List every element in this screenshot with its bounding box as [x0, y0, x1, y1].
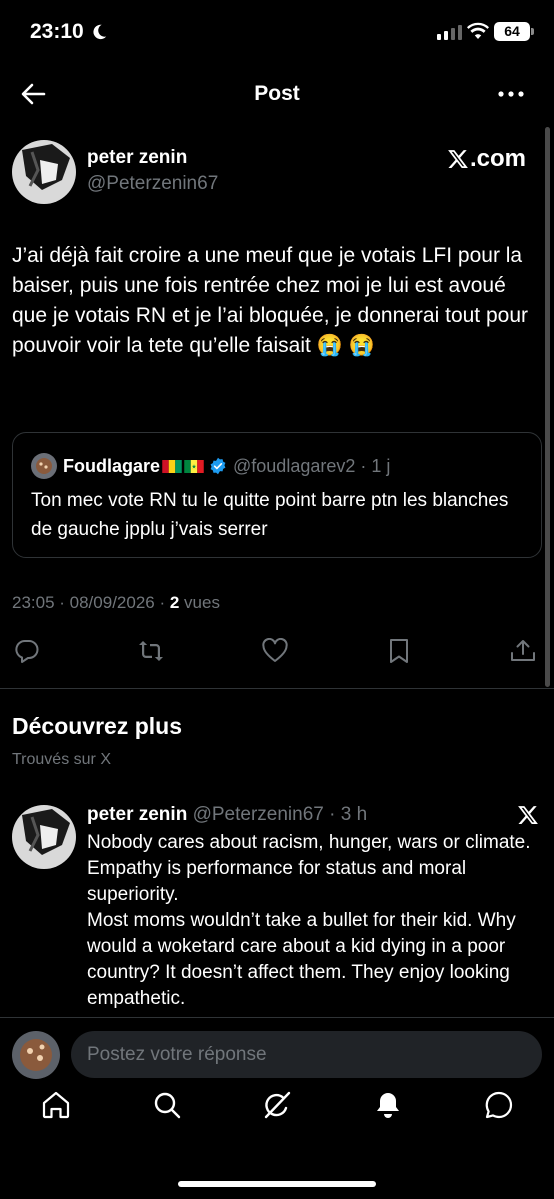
guinea-flag-icon [162, 459, 182, 473]
moon-icon [93, 24, 107, 40]
quote-text: Ton mec vote RN tu le quitte point barre… [31, 490, 509, 540]
views-label: vues [179, 593, 220, 612]
scrollbar[interactable] [545, 127, 550, 687]
quote-header: Foudlagare @foudlagarev2 · 1 j [31, 453, 390, 479]
status-time: 23:10 [30, 20, 84, 43]
like-icon[interactable] [262, 638, 288, 664]
discover-item-header: peter zenin @Peterzenin67 · 3 h [87, 804, 367, 826]
quote-handle-time: @foudlagarev2 · 1 j [233, 455, 391, 476]
grok-icon[interactable] [262, 1090, 292, 1120]
share-icon[interactable] [510, 638, 536, 664]
quote-avatar [31, 453, 57, 479]
bookmark-icon[interactable] [386, 638, 412, 664]
discover-title: Découvrez plus [12, 713, 182, 739]
status-bar: 23:10 64 [0, 0, 554, 66]
post-timestamp: 23:05 · 08/09/2026 · [12, 593, 170, 612]
source-label: .com [470, 145, 527, 172]
repost-icon[interactable] [138, 638, 164, 664]
senegal-flag-icon [184, 459, 204, 473]
post-text: J’ai déjà fait croire a une meuf que je … [12, 244, 528, 357]
more-horizontal-icon[interactable] [497, 82, 525, 106]
reply-input[interactable] [71, 1031, 542, 1078]
discover-handle-time: @Peterzenin67 · 3 h [187, 804, 368, 825]
reply-icon[interactable] [14, 638, 40, 664]
quote-author-name: Foudlagare [63, 455, 161, 476]
top-header: Post [0, 70, 554, 118]
source-badge: .com [447, 145, 526, 173]
discover-item-text[interactable]: Nobody cares about racism, hunger, wars … [87, 830, 547, 1012]
views-count: 2 [169, 593, 180, 612]
page-title: Post [254, 82, 300, 105]
discover-author-name[interactable]: peter zenin [87, 804, 187, 825]
x-logo-icon [518, 806, 538, 824]
wifi-icon [467, 22, 489, 39]
discover-subtitle: Trouvés sur X [12, 751, 111, 768]
verified-badge-icon [210, 457, 226, 475]
post-meta: 23:05 · 08/09/2026 · 2 vues [12, 593, 220, 613]
x-logo-icon [448, 150, 468, 168]
author-handle[interactable]: @Peterzenin67 [87, 173, 218, 195]
quoted-post[interactable]: Foudlagare @foudlagarev2 · 1 j Ton mec v… [12, 432, 542, 558]
cellular-signal-icon [437, 25, 462, 40]
search-icon[interactable] [152, 1090, 182, 1120]
notifications-icon[interactable] [373, 1090, 403, 1120]
user-avatar[interactable] [12, 1031, 60, 1079]
discover-avatar[interactable] [12, 805, 76, 869]
battery-indicator: 64 [494, 22, 530, 41]
home-indicator [178, 1181, 376, 1187]
author-avatar[interactable] [12, 140, 76, 204]
author-name[interactable]: peter zenin [87, 147, 187, 169]
messages-icon[interactable] [484, 1090, 514, 1120]
battery-nub [531, 28, 534, 35]
section-divider [0, 688, 554, 689]
home-icon[interactable] [41, 1090, 71, 1120]
